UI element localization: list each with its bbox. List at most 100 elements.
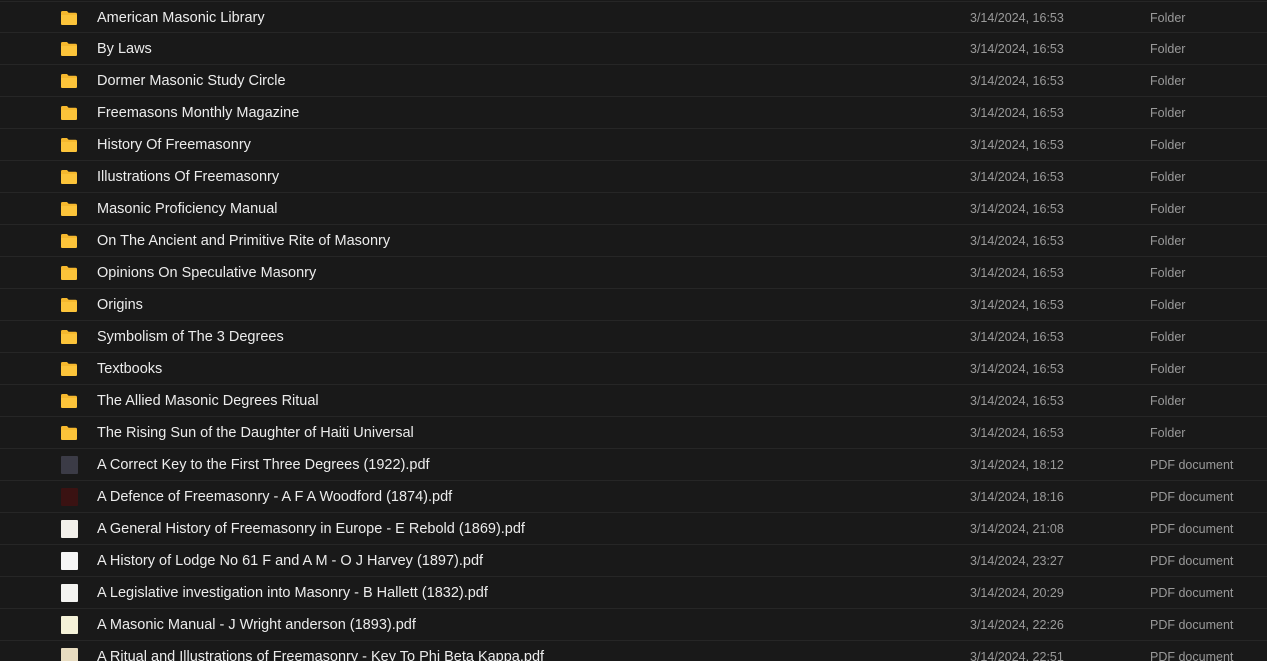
modified-date: 3/14/2024, 16:53 <box>970 74 1064 88</box>
folder-icon <box>60 424 78 442</box>
folder-icon <box>60 136 78 154</box>
file-type: PDF document <box>1150 586 1234 600</box>
file-type: Folder <box>1150 330 1186 344</box>
folder-icon <box>60 168 78 186</box>
file-type: Folder <box>1150 298 1186 312</box>
folder-icon <box>60 200 78 218</box>
file-name: American Masonic Library <box>97 10 265 26</box>
file-type: Folder <box>1150 170 1186 184</box>
file-name: The Rising Sun of the Daughter of Haiti … <box>97 425 414 441</box>
folder-icon <box>60 392 78 410</box>
file-row[interactable]: A Correct Key to the First Three Degrees… <box>0 449 1267 481</box>
modified-date: 3/14/2024, 18:12 <box>970 458 1064 472</box>
modified-date: 3/14/2024, 16:53 <box>970 42 1064 56</box>
modified-date: 3/14/2024, 16:53 <box>970 11 1064 25</box>
modified-date: 3/14/2024, 23:27 <box>970 554 1064 568</box>
folder-icon <box>60 296 78 314</box>
modified-date: 3/14/2024, 16:53 <box>970 266 1064 280</box>
file-type: Folder <box>1150 11 1186 25</box>
folder-row[interactable]: Textbooks 3/14/2024, 16:53 Folder <box>0 353 1267 385</box>
modified-date: 3/14/2024, 22:26 <box>970 618 1064 632</box>
file-name: History Of Freemasonry <box>97 137 251 153</box>
folder-icon <box>60 360 78 378</box>
folder-row[interactable]: Masonic Proficiency Manual 3/14/2024, 16:… <box>0 193 1267 225</box>
folder-row[interactable]: Opinions On Speculative Masonry 3/14/2024… <box>0 257 1267 289</box>
folder-row[interactable]: Freemasons Monthly Magazine 3/14/2024, 16… <box>0 97 1267 129</box>
file-row[interactable]: A Legislative investigation into Masonry… <box>0 577 1267 609</box>
file-name: A Defence of Freemasonry - A F A Woodfor… <box>97 489 453 505</box>
file-list: American Masonic Library 3/14/2024, 16:53… <box>0 0 1267 661</box>
modified-date: 3/14/2024, 16:53 <box>970 106 1064 120</box>
modified-date: 3/14/2024, 16:53 <box>970 298 1064 312</box>
modified-date: 3/14/2024, 16:53 <box>970 394 1064 408</box>
modified-date: 3/14/2024, 18:16 <box>970 490 1064 504</box>
modified-date: 3/14/2024, 16:53 <box>970 234 1064 248</box>
file-row[interactable]: A General History of Freemasonry in Euro… <box>0 513 1267 545</box>
file-row[interactable]: A Masonic Manual - J Wright anderson (18… <box>0 609 1267 641</box>
file-type: Folder <box>1150 106 1186 120</box>
folder-icon <box>60 9 78 27</box>
file-name: Freemasons Monthly Magazine <box>97 105 300 121</box>
file-type: PDF document <box>1150 618 1234 632</box>
file-type: Folder <box>1150 234 1186 248</box>
file-name: A Correct Key to the First Three Degrees… <box>97 457 430 473</box>
folder-row[interactable]: American Masonic Library 3/14/2024, 16:53… <box>0 1 1267 33</box>
modified-date: 3/14/2024, 16:53 <box>970 426 1064 440</box>
file-name: A General History of Freemasonry in Euro… <box>97 521 525 537</box>
file-type: Folder <box>1150 202 1186 216</box>
file-type: Folder <box>1150 74 1186 88</box>
file-type: Folder <box>1150 362 1186 376</box>
file-name: Illustrations Of Freemasonry <box>97 169 280 185</box>
modified-date: 3/14/2024, 16:53 <box>970 138 1064 152</box>
folder-icon <box>60 264 78 282</box>
file-name: Opinions On Speculative Masonry <box>97 265 317 281</box>
modified-date: 3/14/2024, 21:08 <box>970 522 1064 536</box>
file-name: Textbooks <box>97 361 163 377</box>
folder-row[interactable]: Symbolism of The 3 Degrees 3/14/2024, 16:… <box>0 321 1267 353</box>
modified-date: 3/14/2024, 16:53 <box>970 202 1064 216</box>
folder-icon <box>60 40 78 58</box>
file-type: PDF document <box>1150 458 1234 472</box>
folder-icon <box>60 104 78 122</box>
folder-row[interactable]: On The Ancient and Primitive Rite of Mas… <box>0 225 1267 257</box>
pdf-thumbnail-icon <box>60 584 78 602</box>
folder-row[interactable]: Origins 3/14/2024, 16:53 Folder <box>0 289 1267 321</box>
file-name: A History of Lodge No 61 F and A M - O J… <box>97 553 484 569</box>
modified-date: 3/14/2024, 16:53 <box>970 362 1064 376</box>
folder-icon <box>60 232 78 250</box>
file-name: A Ritual and Illustrations of Freemasonr… <box>97 649 545 661</box>
modified-date: 3/14/2024, 16:53 <box>970 330 1064 344</box>
folder-row[interactable]: By Laws 3/14/2024, 16:53 Folder <box>0 33 1267 65</box>
file-name: By Laws <box>97 41 152 57</box>
file-row[interactable]: A Ritual and Illustrations of Freemasonr… <box>0 641 1267 661</box>
file-name: Origins <box>97 297 143 313</box>
modified-date: 3/14/2024, 16:53 <box>970 170 1064 184</box>
file-row[interactable]: A History of Lodge No 61 F and A M - O J… <box>0 545 1267 577</box>
pdf-thumbnail-icon <box>60 552 78 570</box>
folder-row[interactable]: History Of Freemasonry 3/14/2024, 16:53 Fo… <box>0 129 1267 161</box>
file-row[interactable]: A Defence of Freemasonry - A F A Woodfor… <box>0 481 1267 513</box>
folder-row[interactable]: Illustrations Of Freemasonry 3/14/2024, 1… <box>0 161 1267 193</box>
file-name: On The Ancient and Primitive Rite of Mas… <box>97 233 391 249</box>
file-type: Folder <box>1150 138 1186 152</box>
folder-row[interactable]: The Rising Sun of the Daughter of Haiti … <box>0 417 1267 449</box>
folder-icon <box>60 328 78 346</box>
pdf-thumbnail-icon <box>60 616 78 634</box>
file-type: PDF document <box>1150 490 1234 504</box>
file-name: Dormer Masonic Study Circle <box>97 73 286 89</box>
file-type: Folder <box>1150 394 1186 408</box>
file-type: PDF document <box>1150 522 1234 536</box>
folder-row[interactable]: The Allied Masonic Degrees Ritual 3/14/20… <box>0 385 1267 417</box>
file-name: A Masonic Manual - J Wright anderson (18… <box>97 617 416 633</box>
file-name: A Legislative investigation into Masonry… <box>97 585 488 601</box>
modified-date: 3/14/2024, 22:51 <box>970 650 1064 661</box>
file-type: Folder <box>1150 266 1186 280</box>
file-type: PDF document <box>1150 554 1234 568</box>
folder-row[interactable]: Dormer Masonic Study Circle 3/14/2024, 16… <box>0 65 1267 97</box>
file-type: Folder <box>1150 42 1186 56</box>
pdf-thumbnail-icon <box>60 648 78 661</box>
file-name: The Allied Masonic Degrees Ritual <box>97 393 319 409</box>
folder-icon <box>60 72 78 90</box>
pdf-thumbnail-icon <box>60 456 78 474</box>
file-name: Masonic Proficiency Manual <box>97 201 278 217</box>
